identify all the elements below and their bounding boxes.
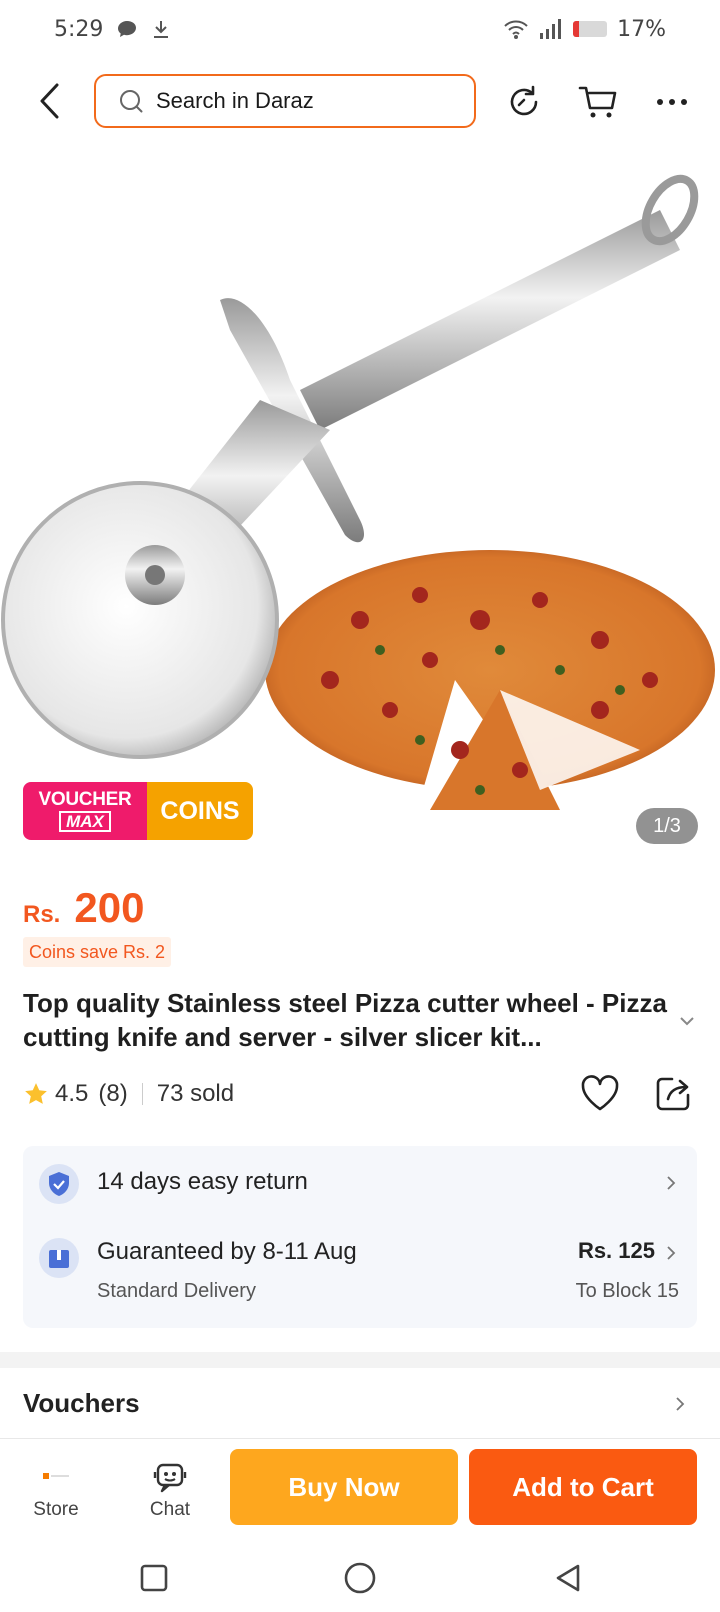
battery-percent: 17% — [617, 16, 666, 42]
square-icon — [140, 1564, 168, 1592]
voucher-max-label: MAX — [59, 811, 111, 832]
chevron-right-icon — [667, 1176, 676, 1190]
download-icon — [154, 21, 169, 38]
chat-label: Chat — [149, 1499, 191, 1520]
chat-button[interactable]: Chat — [130, 1459, 210, 1521]
signal-icon — [540, 19, 562, 39]
search-input[interactable]: Search in Daraz — [94, 74, 476, 128]
chevron-right-icon — [667, 1246, 676, 1260]
delivery-price: Rs. 125 — [577, 1238, 655, 1263]
delivery-type: Standard Delivery — [97, 1280, 256, 1302]
wifi-icon — [504, 20, 528, 39]
return-text: 14 days easy return — [97, 1168, 308, 1195]
pizza-cutter-image — [1, 174, 715, 810]
system-nav-bar — [0, 1542, 720, 1612]
header: Search in Daraz — [0, 68, 720, 134]
back-arrow-icon — [40, 83, 59, 119]
recents-button[interactable] — [132, 1556, 176, 1600]
star-icon — [25, 1083, 47, 1104]
delivery-row[interactable]: Guaranteed by 8-11 Aug Standard Delivery… — [23, 1220, 697, 1328]
home-button[interactable] — [338, 1556, 382, 1600]
vouchers-section[interactable]: Vouchers — [0, 1368, 720, 1438]
heart-icon — [581, 1075, 619, 1111]
product-image[interactable] — [0, 150, 720, 850]
store-button[interactable]: Store — [16, 1459, 96, 1521]
coins-save-badge: Coins save Rs. 2 — [23, 937, 172, 967]
search-placeholder: Search in Daraz — [156, 88, 314, 113]
divider — [141, 1083, 143, 1105]
sold-count: 73 sold — [156, 1080, 235, 1107]
rating-value: 4.5 — [55, 1080, 89, 1107]
circle-icon — [344, 1562, 376, 1594]
voucher-max-coins-badge: VOUCHER MAX COINS — [23, 782, 253, 840]
more-options-button[interactable] — [650, 80, 694, 124]
price: Rs. 200 — [23, 884, 144, 932]
chat-bubble-icon — [118, 21, 137, 37]
coins-label: COINS — [147, 782, 253, 840]
triangle-back-icon — [556, 1564, 580, 1592]
status-time: 5:29 — [54, 16, 104, 42]
search-icon — [120, 90, 143, 113]
store-label: Store — [33, 1499, 79, 1520]
cart-button[interactable] — [576, 80, 620, 124]
delivery-card: 14 days easy return Guaranteed by 8-11 A… — [23, 1146, 697, 1328]
chat-robot-icon — [153, 1459, 187, 1495]
wishlist-button[interactable] — [578, 1071, 622, 1115]
chevron-right-icon — [676, 1397, 685, 1411]
guarantee-text: Guaranteed by 8-11 Aug — [97, 1238, 357, 1265]
return-policy-row[interactable]: 14 days easy return — [23, 1146, 697, 1220]
battery-icon — [573, 21, 608, 37]
history-button[interactable] — [502, 80, 546, 124]
price-currency: Rs. — [23, 901, 61, 928]
share-icon — [656, 1077, 690, 1111]
status-bar: 5:29 17% — [0, 0, 720, 58]
delivery-destination: To Block 15 — [575, 1280, 679, 1302]
share-button[interactable] — [652, 1071, 696, 1115]
chevron-down-icon[interactable] — [676, 1010, 698, 1032]
rating-count: (8) — [98, 1080, 128, 1107]
rating-row[interactable]: 4.5 (8) 73 sold — [23, 1074, 234, 1114]
section-divider — [0, 1352, 720, 1368]
shield-check-icon — [39, 1164, 79, 1204]
system-back-button[interactable] — [546, 1556, 590, 1600]
back-button[interactable] — [30, 78, 70, 124]
cart-icon — [578, 86, 617, 118]
image-counter: 1/3 — [636, 808, 698, 844]
vouchers-title: Vouchers — [23, 1388, 140, 1418]
voucher-label: VOUCHER — [38, 789, 132, 810]
product-title[interactable]: Top quality Stainless steel Pizza cutter… — [23, 986, 673, 1054]
store-logo-icon — [43, 1459, 69, 1495]
buy-now-button[interactable]: Buy Now — [230, 1449, 458, 1525]
more-dots-icon — [657, 99, 687, 105]
bottom-action-bar: Store Chat Buy Now Add to Cart — [0, 1438, 720, 1542]
delivery-box-icon — [39, 1238, 79, 1278]
add-to-cart-button[interactable]: Add to Cart — [469, 1449, 697, 1525]
price-value: 200 — [74, 884, 145, 931]
refresh-icon — [510, 85, 538, 116]
